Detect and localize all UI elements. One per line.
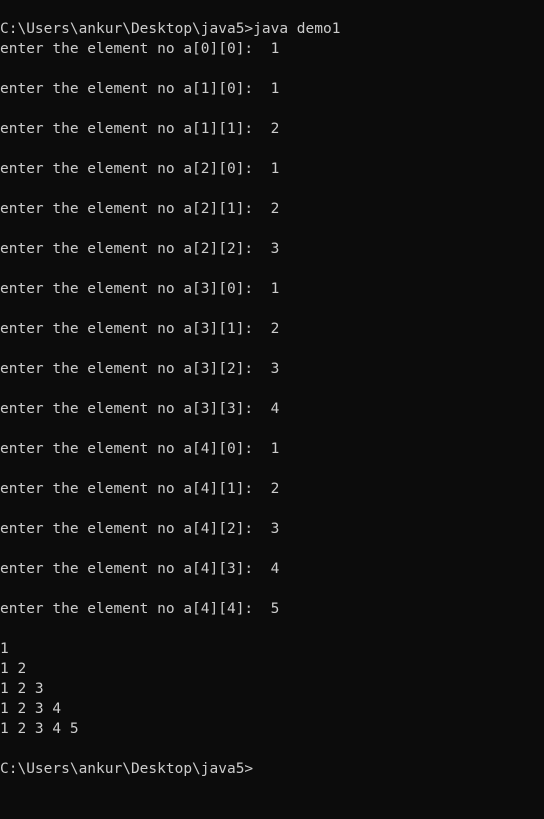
triangle-row: 1 2 xyxy=(0,661,27,677)
prompt-line[interactable]: C:\Users\ankur\Desktop\java5> xyxy=(0,759,544,779)
output-line: enter the element no a[2][0]: 1 xyxy=(0,161,280,177)
triangle-row: 1 2 3 4 5 xyxy=(0,721,79,737)
triangle-row: 1 2 3 xyxy=(0,681,44,697)
triangle-row: 1 2 3 4 xyxy=(0,701,62,717)
command-line: C:\Users\ankur\Desktop\java5>java demo1 xyxy=(0,21,341,37)
triangle-row: 1 xyxy=(0,641,9,657)
output-line: enter the element no a[3][3]: 4 xyxy=(0,401,280,417)
terminal-output[interactable]: C:\Users\ankur\Desktop\java5>java demo1 … xyxy=(0,0,544,819)
output-line: enter the element no a[4][2]: 3 xyxy=(0,521,280,537)
output-line: enter the element no a[3][1]: 2 xyxy=(0,321,280,337)
output-line: enter the element no a[4][1]: 2 xyxy=(0,481,280,497)
output-line: enter the element no a[4][0]: 1 xyxy=(0,441,280,457)
output-line: enter the element no a[3][2]: 3 xyxy=(0,361,280,377)
output-line: enter the element no a[4][3]: 4 xyxy=(0,561,280,577)
output-line: enter the element no a[1][1]: 2 xyxy=(0,121,280,137)
output-line: enter the element no a[3][0]: 1 xyxy=(0,281,280,297)
output-line: enter the element no a[1][0]: 1 xyxy=(0,81,280,97)
output-line: enter the element no a[2][2]: 3 xyxy=(0,241,280,257)
output-line: enter the element no a[4][4]: 5 xyxy=(0,601,280,617)
output-line: enter the element no a[2][1]: 2 xyxy=(0,201,280,217)
output-line: enter the element no a[0][0]: 1 xyxy=(0,41,280,57)
